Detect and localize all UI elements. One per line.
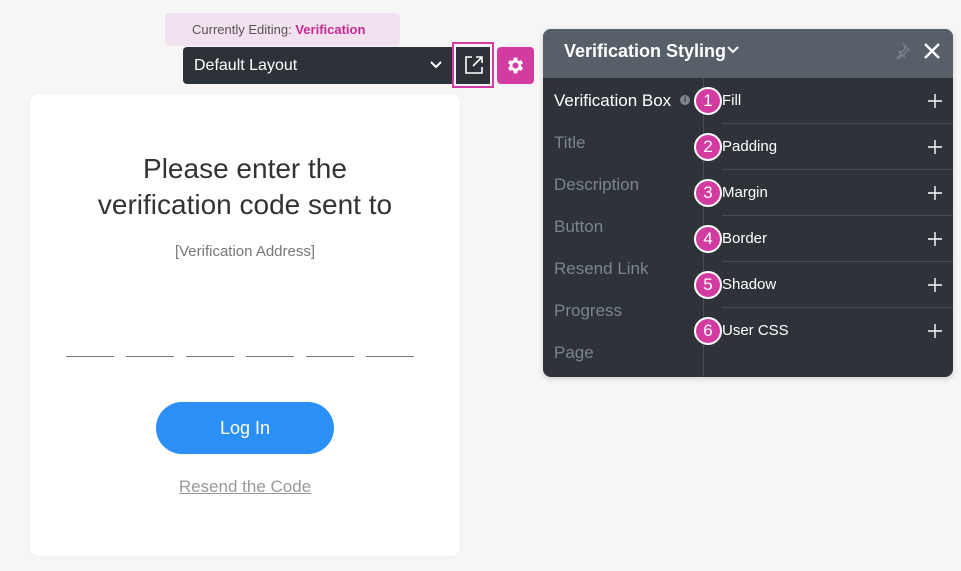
verification-title: Please enter the verification code sent … xyxy=(30,151,460,223)
property-margin[interactable]: Margin xyxy=(722,170,953,216)
plus-icon[interactable] xyxy=(928,278,942,292)
property-label: Margin xyxy=(722,184,768,201)
chevron-down-icon[interactable] xyxy=(726,45,740,55)
code-slot[interactable] xyxy=(126,356,174,357)
close-icon[interactable] xyxy=(923,42,941,60)
code-slot[interactable] xyxy=(246,356,294,357)
login-button[interactable]: Log In xyxy=(156,402,334,454)
verification-box[interactable]: Please enter the verification code sent … xyxy=(30,94,460,556)
code-slot[interactable] xyxy=(186,356,234,357)
layout-select[interactable]: Default Layout xyxy=(183,47,452,84)
info-icon: i xyxy=(680,95,690,105)
nav-item-resend-link[interactable]: Resend Link xyxy=(554,257,649,281)
nav-item-button[interactable]: Button xyxy=(554,215,603,239)
step-badge: 1 xyxy=(694,87,722,115)
property-label: User CSS xyxy=(722,322,789,339)
code-slot[interactable] xyxy=(366,356,414,357)
pin-icon[interactable] xyxy=(895,43,911,59)
external-link-icon xyxy=(465,56,483,74)
step-badge: 6 xyxy=(694,317,722,345)
plus-icon[interactable] xyxy=(928,94,942,108)
plus-icon[interactable] xyxy=(928,140,942,154)
currently-editing-target[interactable]: Verification xyxy=(295,22,365,37)
gear-icon xyxy=(507,57,524,74)
layout-select-value: Default Layout xyxy=(194,57,298,74)
step-badge: 2 xyxy=(694,133,722,161)
step-badge: 3 xyxy=(694,179,722,207)
currently-editing-banner: Currently Editing: Verification xyxy=(165,13,400,46)
chevron-down-icon xyxy=(430,61,442,69)
nav-item-progress[interactable]: Progress xyxy=(554,299,622,323)
property-label: Fill xyxy=(722,92,742,109)
plus-icon[interactable] xyxy=(928,324,942,338)
panel-header: Verification Styling xyxy=(543,29,953,78)
open-layout-button[interactable] xyxy=(452,42,494,88)
verification-address: [Verification Address] xyxy=(174,243,316,260)
property-border[interactable]: Border xyxy=(722,216,953,262)
panel-title[interactable]: Verification Styling xyxy=(564,29,726,74)
nav-item-description[interactable]: Description xyxy=(554,173,639,197)
property-label: Border xyxy=(722,230,768,247)
step-badge: 4 xyxy=(694,225,722,253)
plus-icon[interactable] xyxy=(928,186,942,200)
currently-editing-prefix: Currently Editing: xyxy=(192,22,292,37)
verification-title-line: verification code sent to xyxy=(97,189,393,220)
nav-item-title[interactable]: Title xyxy=(554,131,586,155)
property-label: Padding xyxy=(722,138,778,155)
property-label: Shadow xyxy=(722,276,777,293)
plus-icon[interactable] xyxy=(928,232,942,246)
nav-item-verification-box[interactable]: Verification Box xyxy=(554,89,671,113)
settings-button[interactable] xyxy=(497,47,534,84)
property-fill[interactable]: Fill xyxy=(722,78,953,124)
property-user-css[interactable]: User CSS xyxy=(722,308,953,354)
code-slot[interactable] xyxy=(66,356,114,357)
step-badge: 5 xyxy=(694,271,722,299)
styling-panel: Verification Styling Verification Box Ti… xyxy=(543,29,953,377)
verification-title-line: Please enter the xyxy=(143,153,347,184)
code-input-group[interactable] xyxy=(66,356,426,358)
property-shadow[interactable]: Shadow xyxy=(722,262,953,308)
property-padding[interactable]: Padding xyxy=(722,124,953,170)
element-nav: Verification Box Title Description Butto… xyxy=(543,78,703,377)
code-slot[interactable] xyxy=(306,356,354,357)
nav-item-page[interactable]: Page xyxy=(554,341,594,365)
resend-code-link[interactable]: Resend the Code xyxy=(30,477,460,497)
